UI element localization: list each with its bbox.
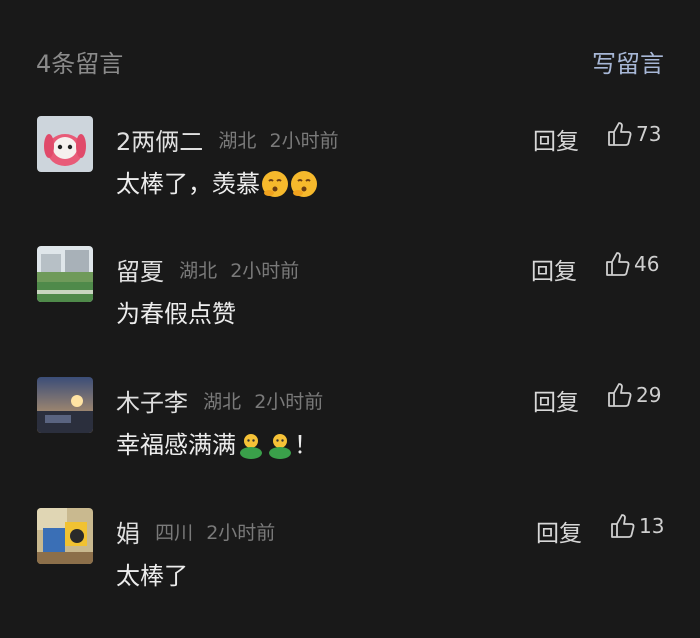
commenter-name[interactable]: 留夏 [116,258,164,286]
avatar[interactable] [37,116,93,172]
commenter-location: 四川 [155,522,194,544]
reply-button[interactable]: 回复 [533,383,579,417]
comment-text-content: 为春假点赞 [116,300,236,328]
avatar[interactable] [37,246,93,302]
comment-time: 2小时前 [269,130,339,152]
comment-text: 为春假点赞 [116,294,236,329]
like-button[interactable]: 73 [606,120,661,152]
kiss-face-icon [290,170,318,204]
reply-button[interactable]: 回复 [531,252,577,286]
comment-count: 4条留言 [36,50,124,78]
like-button[interactable]: 13 [609,512,664,544]
write-comment-button[interactable]: 写留言 [592,44,664,79]
green-person-icon [237,431,265,465]
green-person-icon [266,431,294,465]
like-count: 46 [634,252,660,276]
like-count: 73 [636,122,662,146]
comment-text-content: 太棒了 [116,562,188,590]
comment-time: 2小时前 [254,391,324,413]
comment-text-suffix: ！ [294,431,318,459]
avatar[interactable] [37,377,93,433]
commenter-name[interactable]: 木子李 [116,389,188,417]
kiss-face-icon [261,170,289,204]
reply-button[interactable]: 回复 [536,514,582,548]
comment-text: 太棒了 [116,556,188,591]
like-count: 13 [639,514,665,538]
commenter-location: 湖北 [179,260,218,282]
like-count: 29 [636,383,662,407]
comments-header: 4条留言 写留言 [36,44,664,80]
comment-time: 2小时前 [206,522,276,544]
comment-item: 木子李 湖北 2小时前 幸福感满满 ！ 回复 29 [0,377,700,487]
thumbs-up-icon [608,383,632,407]
reply-button[interactable]: 回复 [533,122,579,156]
thumbs-up-icon [606,252,630,276]
comment-text: 太棒了，羡慕 [116,164,318,204]
like-button[interactable]: 29 [606,381,661,413]
commenter-name[interactable]: 娟 [116,520,140,548]
comment-item: 2两俩二 湖北 2小时前 太棒了，羡慕 回复 73 [0,116,700,226]
like-button[interactable]: 46 [604,250,659,282]
commenter-name[interactable]: 2两俩二 [116,128,203,156]
comment-text-content: 太棒了，羡慕 [116,170,260,198]
comment-time: 2小时前 [230,260,300,282]
commenter-location: 湖北 [203,391,242,413]
comment-text-content: 幸福感满满 [116,431,236,459]
thumbs-up-icon [611,514,635,538]
comment-text: 幸福感满满 ！ [116,425,318,465]
thumbs-up-icon [608,122,632,146]
comment-item: 娟 四川 2小时前 太棒了 回复 13 [0,508,700,618]
comment-item: 留夏 湖北 2小时前 为春假点赞 回复 46 [0,246,700,356]
avatar[interactable] [37,508,93,564]
commenter-location: 湖北 [218,130,257,152]
